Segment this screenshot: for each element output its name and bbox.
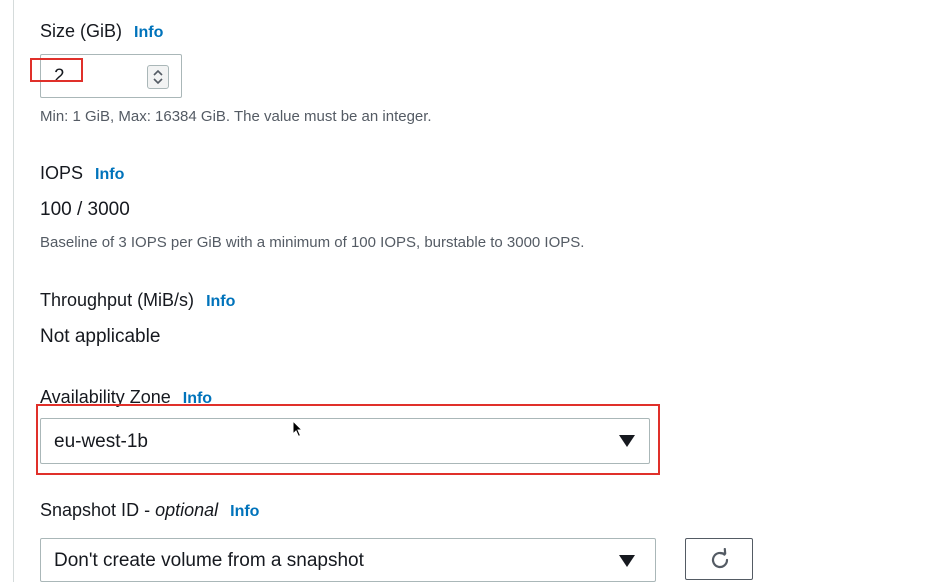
- size-label: Size (GiB) Info: [40, 21, 163, 42]
- snapshot-select[interactable]: Don't create volume from a snapshot: [40, 538, 656, 582]
- snapshot-selected-value: Don't create volume from a snapshot: [54, 550, 364, 571]
- iops-label: IOPS Info: [40, 163, 124, 184]
- size-input-value[interactable]: 2: [54, 66, 65, 88]
- snapshot-optional-text: optional: [155, 500, 219, 520]
- throughput-value: Not applicable: [40, 326, 161, 347]
- iops-value: 100 / 3000: [40, 199, 130, 220]
- iops-info-link[interactable]: Info: [95, 166, 124, 183]
- mouse-pointer-icon: [292, 419, 304, 443]
- availability-zone-label-text: Availability Zone: [40, 387, 171, 407]
- refresh-snapshots-button[interactable]: [685, 538, 753, 580]
- caret-down-icon: [619, 555, 635, 567]
- throughput-label-text: Throughput (MiB/s): [40, 290, 195, 310]
- availability-zone-label: Availability Zone Info: [40, 387, 212, 408]
- snapshot-label-text: Snapshot ID -: [40, 500, 156, 520]
- snapshot-label: Snapshot ID - optional Info: [40, 500, 259, 521]
- throughput-label: Throughput (MiB/s) Info: [40, 290, 235, 311]
- snapshot-info-link[interactable]: Info: [230, 503, 259, 520]
- up-down-chevron-icon[interactable]: [147, 65, 169, 89]
- availability-zone-selected-value: eu-west-1b: [54, 431, 148, 452]
- caret-down-icon: [619, 435, 635, 447]
- size-stepper[interactable]: 2: [40, 54, 182, 98]
- refresh-icon: [711, 548, 729, 569]
- size-label-text: Size (GiB): [40, 21, 123, 41]
- throughput-info-link[interactable]: Info: [206, 293, 235, 310]
- panel-left-border: [13, 0, 14, 582]
- size-info-link[interactable]: Info: [134, 24, 163, 41]
- availability-zone-info-link[interactable]: Info: [183, 390, 212, 407]
- iops-label-text: IOPS: [40, 163, 84, 183]
- availability-zone-select[interactable]: eu-west-1b: [40, 418, 650, 464]
- volume-settings-panel: Size (GiB) Info 2 Min: 1 GiB, Max: 16384 …: [0, 0, 936, 582]
- size-help-text: Min: 1 GiB, Max: 16384 GiB. The value mu…: [40, 108, 432, 125]
- iops-help-text: Baseline of 3 IOPS per GiB with a minimu…: [40, 234, 585, 251]
